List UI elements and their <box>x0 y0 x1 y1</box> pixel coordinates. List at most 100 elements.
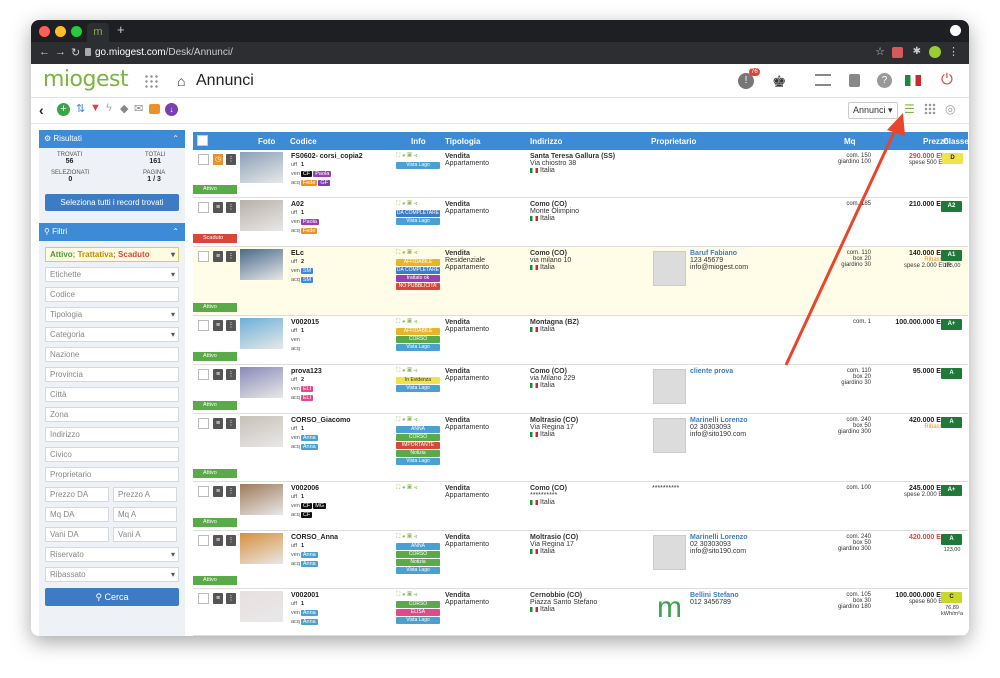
col-classe[interactable]: Classe <box>943 137 968 146</box>
table-row[interactable]: ≡ ⋮ Attivo V002015 uff 1 ven acq ⛶ ◕ ▣ ⊲ AFFIDABI… <box>193 316 968 365</box>
row-more-icon[interactable]: ⋮ <box>226 418 236 429</box>
col-tipologia[interactable]: Tipologia <box>445 137 480 146</box>
agent-tag[interactable]: GF <box>318 180 331 186</box>
grid-view-icon[interactable] <box>924 103 936 115</box>
row-menu-icon[interactable]: ≡ <box>213 202 223 213</box>
filter-proprietario-input[interactable]: Proprietario <box>45 467 179 482</box>
row-menu-icon[interactable]: ≡ <box>213 593 223 604</box>
star-icon[interactable]: ☆ <box>875 45 885 58</box>
row-more-icon[interactable]: ⋮ <box>226 486 236 497</box>
url-text[interactable]: go.miogest.com/Desk/Annunci/ <box>95 47 233 58</box>
property-photo[interactable] <box>240 152 283 183</box>
table-row[interactable]: ≡ ⋮ Attivo ELc uff 2 ven SM acq SM ⛶ ◕ ▣ ⊲ AFFIDABI… <box>193 247 968 316</box>
status-filter[interactable]: Attivo; Trattativa; Scaduto ▾ <box>45 247 179 262</box>
property-photo[interactable] <box>240 484 283 515</box>
info-tag[interactable]: Vista Lago <box>396 458 440 465</box>
menu-icon[interactable]: ⋮ <box>948 45 959 58</box>
select-all-button[interactable]: Seleziona tutti i record trovati <box>45 194 179 211</box>
agent-tag[interactable]: SM <box>300 277 314 283</box>
col-codice[interactable]: Codice <box>290 137 317 146</box>
table-row[interactable]: ≡ ⋮ Attivo V002006 uff 1 ven CF MG acq CF ⛶ ◕ ▣ ⊲ Ve… <box>193 482 968 531</box>
row-menu-icon[interactable]: ≡ <box>213 535 223 546</box>
browser-tab[interactable]: m <box>87 23 109 42</box>
reload-icon[interactable]: ↻ <box>71 46 80 59</box>
col-foto[interactable]: Foto <box>258 137 275 146</box>
row-checkbox[interactable] <box>198 593 209 604</box>
col-info[interactable]: Info <box>411 137 426 146</box>
col-mq[interactable]: Mq <box>844 137 856 146</box>
listing-code[interactable]: prova123 <box>291 368 391 375</box>
row-checkbox[interactable] <box>198 486 209 497</box>
filter-civico-input[interactable]: Civico <box>45 447 179 462</box>
language-flag-icon[interactable] <box>905 75 921 86</box>
logout-icon[interactable]: ⏻ <box>941 71 953 88</box>
agent-tag[interactable]: Fede <box>300 180 318 186</box>
row-checkbox[interactable] <box>198 154 209 165</box>
property-photo[interactable] <box>240 200 283 231</box>
property-photo[interactable] <box>240 591 283 622</box>
property-photo[interactable] <box>240 416 283 447</box>
info-tag[interactable]: NO PUBBLICITA' <box>396 283 440 290</box>
property-photo[interactable] <box>240 367 283 398</box>
info-tag[interactable]: Vista Lago <box>396 567 440 574</box>
info-tag[interactable]: Vista Lago <box>396 344 440 351</box>
row-checkbox[interactable] <box>198 535 209 546</box>
help-icon[interactable]: ? <box>877 73 892 88</box>
row-more-icon[interactable]: ⋮ <box>226 320 236 331</box>
back-icon[interactable]: ← <box>39 46 50 58</box>
listing-code[interactable]: ELc <box>291 250 391 257</box>
agent-tag[interactable]: SM <box>300 268 314 274</box>
chevron-up-icon[interactable]: ⌃ <box>172 223 179 241</box>
ribassato-select[interactable]: Ribassato ▾ <box>45 567 179 582</box>
row-more-icon[interactable]: ⋮ <box>226 369 236 380</box>
info-tag[interactable]: Notizia <box>396 450 440 457</box>
agent-tag[interactable]: ELI <box>300 386 314 392</box>
listing-code[interactable]: V002015 <box>291 319 391 326</box>
settings-sliders-icon[interactable] <box>815 74 831 86</box>
price-from-input[interactable]: Prezzo DA <box>45 487 109 502</box>
agent-tag[interactable]: Paola <box>313 171 332 177</box>
agent-tag[interactable]: Anna <box>300 561 318 567</box>
close-window-icon[interactable] <box>39 26 50 37</box>
agent-tag[interactable]: CF <box>300 512 313 518</box>
filter-indirizzo-input[interactable]: Indirizzo <box>45 427 179 442</box>
listing-code[interactable]: CORSO_Giacomo <box>291 417 391 424</box>
filter-provincia-input[interactable]: Provincia <box>45 367 179 382</box>
filter-citt-input[interactable]: Città <box>45 387 179 402</box>
row-menu-icon[interactable]: ≡ <box>213 486 223 497</box>
filter-codice-input[interactable]: Codice <box>45 287 179 302</box>
info-tag[interactable]: CORSO <box>396 601 440 608</box>
row-menu-icon[interactable]: ≡ <box>213 418 223 429</box>
info-tag[interactable]: Vista Lago <box>396 162 440 169</box>
minimize-window-icon[interactable] <box>55 26 66 37</box>
row-checkbox[interactable] <box>198 418 209 429</box>
forward-icon[interactable]: → <box>55 46 66 58</box>
table-row[interactable]: ≡ ⋮ Attivo CORSO_Anna uff 1 ven Anna acq Anna ⛶ ◕ … <box>193 531 968 589</box>
info-tag[interactable]: Vista Lago <box>396 218 440 225</box>
filter-tipologia-select[interactable]: Tipologia ▾ <box>45 307 179 322</box>
info-tag[interactable]: ANNA <box>396 426 440 433</box>
info-tag[interactable]: DA COMPLETARE <box>396 267 440 274</box>
agent-tag[interactable]: MG <box>313 503 327 509</box>
print-icon[interactable] <box>149 104 160 114</box>
agent-tag[interactable]: Anna <box>300 610 318 616</box>
table-row[interactable]: ≡ ⋮ Attivo CORSO_Giacomo uff 1 ven Anna acq Anna ⛶… <box>193 414 968 482</box>
results-panel-header[interactable]: ⚙ Risultati ⌃ <box>39 130 185 148</box>
info-tag[interactable]: trattato ok <box>396 275 440 282</box>
lock-app-icon[interactable] <box>849 74 860 87</box>
search-button[interactable]: ⚲ Cerca <box>45 588 179 606</box>
vani-to-input[interactable]: Vani A <box>113 527 177 542</box>
add-icon[interactable]: + <box>57 103 70 116</box>
agent-tag[interactable]: Anna <box>300 552 318 558</box>
new-tab-button[interactable]: + <box>117 22 125 37</box>
info-tag[interactable]: DA COMPLETARE <box>396 210 440 217</box>
map-view-icon[interactable]: ◎ <box>945 102 955 116</box>
listing-code[interactable]: A02 <box>291 201 391 208</box>
app-logo[interactable]: miogest <box>43 67 129 92</box>
info-tag[interactable]: AFFIDABILE <box>396 328 440 335</box>
agent-tag[interactable]: Fede <box>300 228 318 234</box>
row-more-icon[interactable]: ⋮ <box>226 535 236 546</box>
vani-from-input[interactable]: Vani DA <box>45 527 109 542</box>
table-row[interactable]: ≡ ⋮ V002001 uff 1 ven Anna acq Anna ⛶ ◕ ▣ ⊲ CORSO E… <box>193 589 968 636</box>
col-indirizzo[interactable]: Indirizzo <box>530 137 562 146</box>
